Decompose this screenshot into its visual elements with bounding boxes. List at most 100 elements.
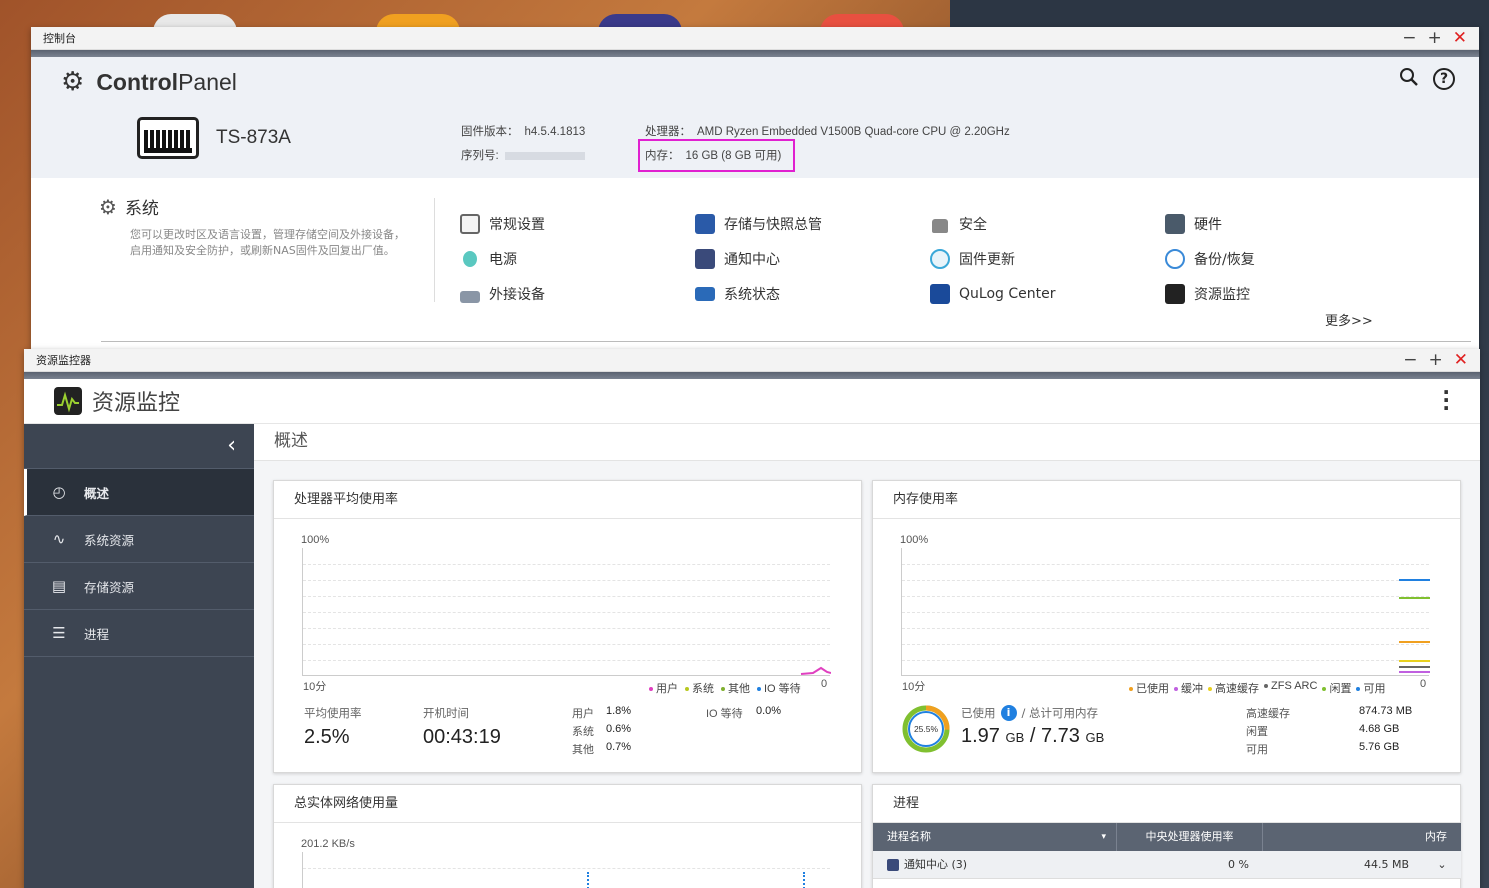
item-label: QuLog Center: [959, 286, 1056, 302]
column-process-name[interactable]: 进程名称 ▾: [873, 823, 1117, 851]
cpu-chart: [302, 548, 831, 676]
process-memory: 44.5 MB: [1363, 858, 1409, 871]
chevron-down-icon[interactable]: ⌄: [1423, 851, 1461, 878]
network-spike: [587, 872, 589, 888]
y-axis-max: 100%: [301, 534, 330, 546]
x-axis-max: 0: [1420, 678, 1427, 690]
item-system-status[interactable]: 系统状态: [695, 284, 780, 304]
more-link[interactable]: 更多>>: [1325, 310, 1373, 329]
firmware-label: 固件版本：: [461, 126, 519, 138]
item-external-device[interactable]: 外接设备: [460, 284, 545, 304]
sidebar-item-label: 概述: [84, 485, 110, 501]
item-resource-monitor[interactable]: 资源监控: [1165, 284, 1250, 304]
item-security[interactable]: 安全: [930, 214, 987, 234]
item-label: 资源监控: [1194, 287, 1250, 303]
card-title: 处理器平均使用率: [274, 481, 861, 519]
cpu-label: 处理器：: [645, 126, 691, 138]
other-value: 0.7%: [606, 741, 632, 753]
resource-monitor-titlebar[interactable]: 资源监控器 − + ✕: [24, 349, 1480, 372]
uptime-value: 00:43:19: [423, 726, 501, 748]
item-label: 常规设置: [489, 217, 545, 233]
qulog-icon: [930, 284, 950, 304]
system-section: ⚙ 系统 您可以更改时区及语言设置，管理存储空间及外接设备，启用通知及安全防护，…: [99, 194, 419, 259]
total-value: 7.73: [1040, 725, 1080, 747]
close-icon[interactable]: ✕: [1454, 351, 1468, 369]
backup-icon: [1165, 249, 1185, 269]
column-cpu-usage[interactable]: 中央处理器使用率: [1117, 823, 1263, 851]
io-wait-value: 0.0%: [756, 705, 782, 717]
available-label: 可用: [1246, 744, 1268, 756]
card-title: 内存使用率: [873, 481, 1460, 519]
network-usage-card: 总实体网络使用量 201.2 KB/s: [273, 784, 862, 888]
user-value: 1.8%: [606, 705, 632, 717]
y-axis-max: 201.2 KB/s: [301, 838, 355, 850]
nas-device-image: [137, 117, 199, 159]
control-panel-titlebar[interactable]: 控制台 − + ✕: [31, 27, 1479, 50]
item-notification-center[interactable]: 通知中心: [695, 249, 780, 269]
cpu-legend: 用户 系统 其他 IO 等待: [649, 680, 801, 696]
close-icon[interactable]: ✕: [1453, 29, 1467, 47]
sidebar-item-system-resources[interactable]: ∿ 系统资源: [24, 516, 254, 563]
item-power[interactable]: 电源: [460, 249, 517, 269]
nas-model: TS-873A: [216, 127, 291, 148]
legend-item: 系统: [685, 680, 714, 696]
total-label: / 总计可用内存: [1021, 706, 1099, 720]
process-cpu: 0 %: [1228, 858, 1249, 871]
sidebar-item-overview[interactable]: ◴ 概述: [24, 469, 254, 516]
minimize-icon[interactable]: −: [1402, 29, 1416, 47]
system-label: 系统: [572, 726, 594, 738]
item-qulog-center[interactable]: QuLog Center: [930, 284, 1055, 304]
legend-item: 高速缓存: [1208, 680, 1259, 696]
external-device-icon: [460, 291, 480, 303]
sort-down-icon[interactable]: ▾: [1101, 823, 1106, 851]
main-content: 概述 处理器平均使用率 100% 10分 0 用户 系统 其他 IO 等待 平均…: [254, 424, 1480, 888]
monitor-icon: [695, 287, 715, 301]
minimize-icon[interactable]: −: [1403, 351, 1417, 369]
sidebar-item-storage-resources[interactable]: ▤ 存储资源: [24, 563, 254, 610]
total-unit: GB: [1085, 730, 1105, 745]
used-label: 已使用: [961, 706, 996, 720]
y-axis-max: 100%: [900, 534, 929, 546]
item-general-settings[interactable]: 常规设置: [460, 214, 545, 234]
item-backup-restore[interactable]: 备份/恢复: [1165, 249, 1255, 269]
legend-item: 用户: [649, 680, 678, 696]
legend-item: 可用: [1356, 680, 1385, 696]
card-title: 进程: [873, 785, 1460, 823]
item-label: 存储与快照总管: [724, 217, 822, 233]
item-hardware[interactable]: 硬件: [1165, 214, 1222, 234]
table-row[interactable]: 通知中心 (3) 0 % 44.5 MB ⌄: [873, 851, 1461, 879]
memory-highlight-box: [638, 139, 795, 172]
table-header: 进程名称 ▾ 中央处理器使用率 内存: [873, 823, 1461, 851]
item-label: 通知中心: [724, 252, 780, 268]
maximize-icon[interactable]: +: [1428, 29, 1442, 47]
processes-card: 进程 进程名称 ▾ 中央处理器使用率 内存 通知中心 (3) 0 % 44.5 …: [872, 784, 1461, 888]
bulb-icon: [463, 251, 477, 267]
maximize-icon[interactable]: +: [1429, 351, 1443, 369]
item-firmware-update[interactable]: 固件更新: [930, 249, 1015, 269]
item-label: 外接设备: [489, 287, 545, 303]
process-name: 通知中心 (3): [904, 857, 968, 871]
control-panel-body: ⚙ 系统 您可以更改时区及语言设置，管理存储空间及外接设备，启用通知及安全防护，…: [31, 178, 1479, 348]
more-options-icon[interactable]: · · ·: [1442, 382, 1450, 418]
uptime-label: 开机时间: [423, 706, 469, 720]
help-icon[interactable]: ?: [1433, 68, 1455, 90]
x-axis-max: 0: [821, 678, 828, 690]
sidebar-item-processes[interactable]: ☰ 进程: [24, 610, 254, 657]
search-icon[interactable]: [1399, 67, 1419, 92]
user-label: 用户: [572, 708, 594, 720]
page-title: 概述: [254, 424, 1480, 461]
notification-icon: [887, 858, 899, 871]
legend-item: 缓冲: [1174, 680, 1203, 696]
info-icon[interactable]: i: [1000, 705, 1017, 721]
memory-usage-donut: 25.5%: [902, 705, 950, 753]
control-panel-header: ⚙ ControlPanel ? TS-873A 固件版本： h4.5.4.181…: [31, 57, 1479, 178]
chevron-left-icon[interactable]: ‹: [24, 424, 254, 469]
column-memory[interactable]: 内存: [1263, 823, 1461, 851]
firmware-update-icon: [930, 249, 950, 269]
system-value: 0.6%: [606, 723, 632, 735]
item-storage-snapshots[interactable]: 存储与快照总管: [695, 214, 822, 234]
available-value: 5.76 GB: [1359, 741, 1400, 753]
resource-monitor-header: 资源监控 · · ·: [24, 379, 1480, 424]
notification-icon: [695, 249, 715, 269]
line-chart-icon: ∿: [52, 530, 66, 548]
